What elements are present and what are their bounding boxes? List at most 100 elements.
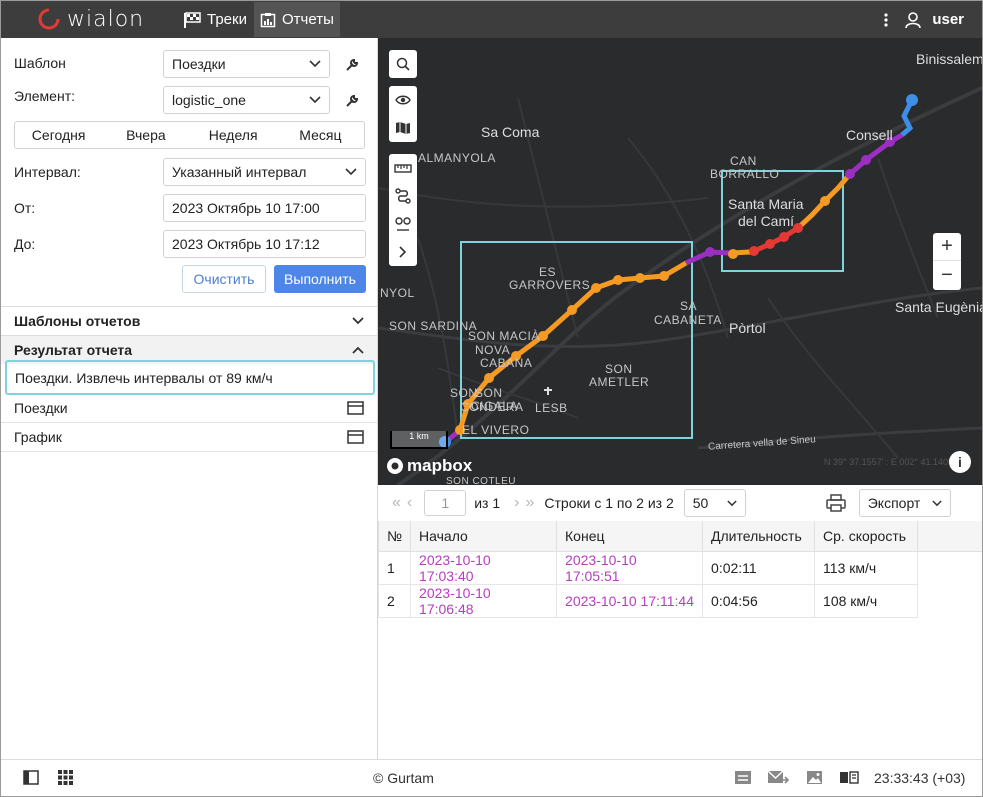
checkered-flag-icon <box>184 11 201 28</box>
first-page-icon[interactable]: « <box>392 494 401 512</box>
search-icon <box>396 57 410 71</box>
trips-table: № Начало Конец Длительность Ср. скорость… <box>377 521 982 618</box>
wrench-icon[interactable] <box>344 57 360 73</box>
map-label-binissalem: Binissalem <box>916 51 982 67</box>
user-name[interactable]: user <box>932 11 964 28</box>
chevron-down-icon <box>309 60 321 68</box>
element-select[interactable]: logistic_one <box>163 86 330 114</box>
col-start[interactable]: Начало <box>410 521 558 552</box>
period-today[interactable]: Сегодня <box>15 122 102 148</box>
page-number-input[interactable]: 1 <box>424 490 467 516</box>
app-footer: © Gurtam 23:33:43 (+03) <box>1 759 982 796</box>
cell-spacer <box>918 584 982 617</box>
to-datetime-input[interactable]: 2023 Октябрь 10 17:12 <box>163 230 366 258</box>
notifications-list-icon[interactable] <box>734 770 752 785</box>
map-label-del-cami: del Camí <box>738 213 795 229</box>
map-label-son-3: SON <box>450 386 478 400</box>
ruler-icon <box>394 164 412 173</box>
tab-reports[interactable]: Отчеты <box>254 2 340 37</box>
map-scale: 1 km <box>390 431 448 449</box>
report-result-title: Результат отчета <box>14 342 133 358</box>
book-icon[interactable] <box>839 770 859 785</box>
result-trips-item[interactable]: Поездки <box>1 394 377 423</box>
col-spacer <box>917 521 982 552</box>
map-label-son-sardina: SON SARDINA <box>389 319 478 333</box>
table-view-icon[interactable] <box>347 430 364 444</box>
eye-icon <box>395 95 411 105</box>
element-select-value: logistic_one <box>172 92 246 108</box>
zoom-out-button[interactable]: − <box>933 261 961 289</box>
info-icon[interactable]: i <box>949 451 971 473</box>
interval-select[interactable]: Указанный интервал <box>163 158 366 186</box>
template-select[interactable]: Поездки <box>163 50 330 78</box>
export-select[interactable]: Экспорт <box>858 489 951 517</box>
cell-spacer <box>918 551 982 584</box>
geofence-button[interactable] <box>389 210 417 238</box>
image-icon[interactable] <box>806 770 823 785</box>
chevron-right-icon <box>399 246 407 258</box>
map-label-sa: SA <box>680 299 698 313</box>
map-search-button[interactable] <box>389 50 417 78</box>
table-row[interactable]: 2 2023-10-10 17:06:48 2023-10-10 17:11:4… <box>377 583 982 618</box>
tab-tracks[interactable]: Треки <box>177 2 253 37</box>
result-trips-label: Поездки <box>14 400 68 416</box>
result-chart-item[interactable]: График <box>1 423 377 452</box>
cell-start-link[interactable]: 2023-10-10 17:06:48 <box>410 583 558 618</box>
period-week[interactable]: Неделя <box>190 122 277 148</box>
report-templates-section[interactable]: Шаблоны отчетов <box>1 306 377 335</box>
to-datetime-value: 2023 Октябрь 10 17:12 <box>172 236 320 252</box>
map-visibility-button[interactable] <box>389 86 417 114</box>
panel-toggle-icon[interactable] <box>23 770 39 785</box>
cell-end-link[interactable]: 2023-10-10 17:05:51 <box>556 550 704 585</box>
element-label: Элемент: <box>14 88 75 104</box>
map-label-son-macia: SON MACIÀ <box>468 329 540 343</box>
user-icon[interactable] <box>904 11 922 29</box>
copyright: © Gurtam <box>373 770 434 786</box>
chevron-down-icon <box>345 168 357 176</box>
table-view-icon[interactable] <box>347 401 364 415</box>
map-label-cabaneta: CABANETA <box>654 313 722 327</box>
cell-end-link[interactable]: 2023-10-10 17:11:44 <box>556 583 704 618</box>
expand-tools-button[interactable] <box>389 238 417 266</box>
period-yesterday[interactable]: Вчера <box>102 122 189 148</box>
col-duration[interactable]: Длительность <box>702 521 816 552</box>
export-label: Экспорт <box>867 495 921 511</box>
period-month[interactable]: Месяц <box>277 122 364 148</box>
from-label: От: <box>14 200 36 216</box>
cell-duration: 0:02:11 <box>702 550 816 585</box>
prev-page-icon[interactable]: ‹ <box>407 494 413 512</box>
map-view[interactable]: Binissalem Sa Coma ALMANYOLA Consell CAN… <box>378 38 982 485</box>
cell-start-link[interactable]: 2023-10-10 17:03:40 <box>410 550 558 585</box>
cell-duration: 0:04:56 <box>702 583 816 618</box>
col-number[interactable]: № <box>377 521 412 552</box>
last-page-icon[interactable]: » <box>525 494 534 512</box>
next-page-icon[interactable]: › <box>514 494 520 512</box>
clear-button[interactable]: Очистить <box>182 265 266 293</box>
template-select-value: Поездки <box>172 56 226 72</box>
map-label-santa-eugenia: Santa Eugènia <box>895 299 982 315</box>
to-label: До: <box>14 236 36 252</box>
map-layers-button[interactable] <box>389 114 417 142</box>
tab-tracks-label: Треки <box>207 11 247 28</box>
from-datetime-input[interactable]: 2023 Октябрь 10 17:00 <box>163 194 366 222</box>
map-label-condera: CONDERA <box>460 400 524 414</box>
ruler-button[interactable] <box>389 154 417 182</box>
chevron-up-icon <box>352 346 364 354</box>
more-vertical-icon[interactable] <box>884 12 888 27</box>
apps-grid-icon[interactable] <box>58 770 73 785</box>
print-icon[interactable] <box>825 494 846 512</box>
result-item[interactable]: Поездки. Извлечь интервалы от 89 км/ч <box>5 360 375 395</box>
rows-per-page-select[interactable]: 50 <box>683 489 746 517</box>
map-label-son-ametler-1: SON <box>605 362 633 376</box>
wrench-icon[interactable] <box>344 93 360 109</box>
mail-forward-icon[interactable] <box>767 770 789 785</box>
col-avg-speed[interactable]: Ср. скорость <box>814 521 919 552</box>
zoom-in-button[interactable]: + <box>933 233 961 261</box>
app-logo[interactable]: wialon <box>37 7 144 32</box>
map-label-borrallo: BORRALLO <box>710 167 780 181</box>
table-row[interactable]: 1 2023-10-10 17:03:40 2023-10-10 17:05:5… <box>377 550 982 585</box>
route-button[interactable] <box>389 182 417 210</box>
execute-button[interactable]: Выполнить <box>274 265 366 293</box>
map-canvas[interactable] <box>378 38 982 485</box>
col-end[interactable]: Конец <box>556 521 704 552</box>
